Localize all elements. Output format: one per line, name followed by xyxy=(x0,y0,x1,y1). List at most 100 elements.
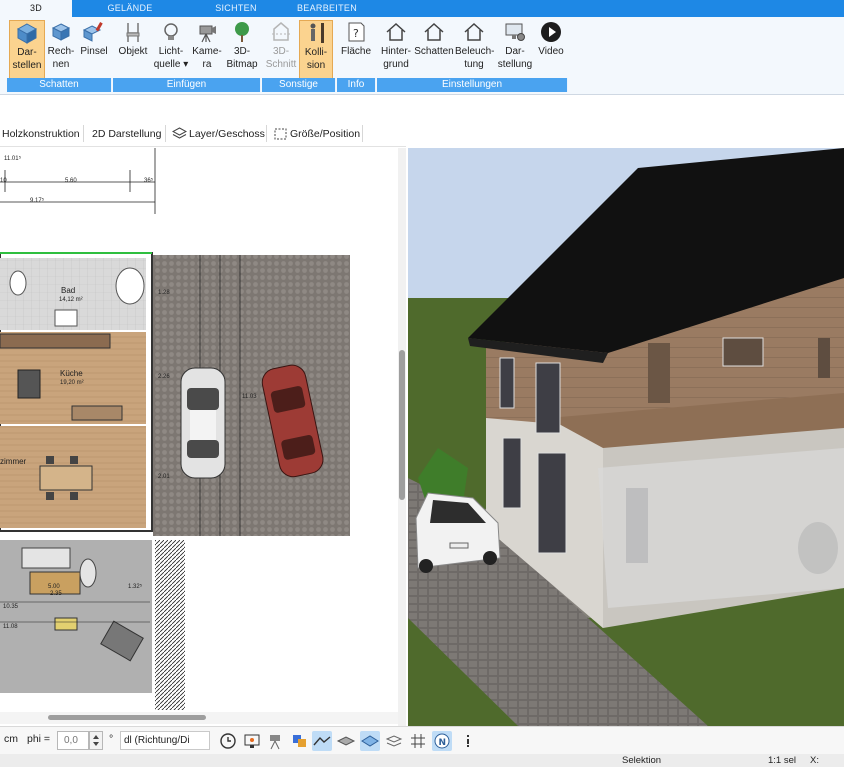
beleuchtung-button[interactable]: Beleuch- tung xyxy=(455,20,495,80)
groesse-position-label: Größe/Position xyxy=(290,128,361,140)
color-layers-icon[interactable] xyxy=(290,731,310,751)
plan-horizontal-scroll-thumb[interactable] xyxy=(48,715,206,720)
status-mode: Selektion xyxy=(622,755,662,766)
kamera-button[interactable]: Kame- ra xyxy=(191,20,223,80)
kamera-label-1: Kame- xyxy=(192,46,222,57)
monitor-settings-icon xyxy=(505,23,525,41)
toolbar-divider xyxy=(362,125,363,142)
section-cut-icon xyxy=(272,22,290,41)
direction-select[interactable]: dl (Richtung/Di xyxy=(120,731,210,750)
plan-horizontal-scrollbar[interactable] xyxy=(0,712,398,724)
dim-label-2: 5.60 xyxy=(65,178,77,184)
plan-vertical-scrollbar[interactable] xyxy=(398,148,406,726)
light-bulb-icon xyxy=(164,23,178,40)
collision-person-icon xyxy=(310,23,324,43)
ribbon: Dar- stellen Rech- nen Pinsel Objekt Lic… xyxy=(0,17,844,95)
house-background-icon xyxy=(386,22,406,41)
dim-label-3: 36⁵ xyxy=(144,177,154,184)
ribbon-tab-bar: 3D GELÄNDE SICHTEN BEARBEITEN xyxy=(0,0,844,17)
tab-gelaende[interactable]: GELÄNDE xyxy=(104,0,156,17)
darstellung-label-2: stellung xyxy=(497,59,533,70)
lichtquelle-label-2: quelle ▾ xyxy=(153,59,189,70)
darstellen-label-1: Dar- xyxy=(17,47,37,58)
dim-label-2-01: 2.01 xyxy=(158,474,170,480)
pinsel-label: Pinsel xyxy=(80,46,108,57)
kollision-button[interactable]: Kolli- sion xyxy=(299,20,333,80)
darstellung-label-1: Dar- xyxy=(505,46,525,57)
beleuchtung-label-1: Beleuch- xyxy=(455,46,495,57)
clock-icon[interactable] xyxy=(218,731,238,751)
more-options-icon[interactable] xyxy=(458,731,478,751)
phi-input[interactable]: 0,0 xyxy=(57,731,89,750)
svg-text:N: N xyxy=(439,738,447,748)
flaeche-button[interactable]: ? Fläche xyxy=(339,20,373,80)
3d-bitmap-button[interactable]: 3D- Bitmap xyxy=(225,20,259,80)
terrain-line-icon[interactable] xyxy=(312,731,332,751)
terrace-dim-label-2: 2.35 xyxy=(50,591,62,597)
video-label: Video xyxy=(538,46,564,57)
room-bad-name: Bad xyxy=(61,286,75,295)
dim-label-1-32: 1.32⁵ xyxy=(128,583,143,590)
groesse-position-button[interactable]: Größe/Position xyxy=(273,124,360,144)
toolbar-divider xyxy=(266,125,267,142)
objekt-label: Objekt xyxy=(118,46,148,57)
schatten-button[interactable]: Schatten xyxy=(414,20,454,80)
hintergrund-label-1: Hinter- xyxy=(380,46,411,57)
rechnen-button[interactable]: Rech- nen xyxy=(45,20,77,80)
3d-schnitt-button[interactable]: 3D- Schnitt xyxy=(265,20,297,80)
phi-label: phi = xyxy=(27,733,51,745)
objekt-button[interactable]: Objekt xyxy=(117,20,149,80)
darstellen-button[interactable]: Dar- stellen xyxy=(9,20,45,80)
group-schatten: Schatten xyxy=(7,78,112,92)
dim-label-11-08: 11.08 xyxy=(3,624,18,630)
house-shadow-icon xyxy=(424,22,444,41)
tab-sichten[interactable]: SICHTEN xyxy=(208,0,264,17)
room-kueche-area: 19,20 m² xyxy=(60,380,84,386)
3d-bitmap-label-1: 3D- xyxy=(233,46,251,57)
paint-brush-icon xyxy=(82,22,103,42)
rechnen-label-2: nen xyxy=(52,59,70,70)
cube-compute-icon xyxy=(51,23,71,41)
view-toolbar: Holzkonstruktion 2D Darstellung Layer/Ge… xyxy=(0,120,406,147)
layer-geschoss-label: Layer/Geschoss xyxy=(189,128,265,140)
monitor-icon[interactable] xyxy=(242,731,262,751)
tree-icon xyxy=(235,22,249,42)
dim-label-2-26: 2.26 xyxy=(158,374,170,380)
flaeche-label: Fläche xyxy=(340,46,371,57)
video-button[interactable]: Video xyxy=(536,20,566,80)
floor-plan-2d[interactable]: 11.01⁵ 5.60 36⁵ 9.17⁵ 10 Bad 14,12 m² Kü… xyxy=(0,148,398,711)
status-bar: Selektion 1:1 sel X: xyxy=(0,754,844,767)
2d-darstellung-button[interactable]: 2D Darstellung xyxy=(92,124,161,144)
lichtquelle-button[interactable]: Licht- quelle ▾ xyxy=(153,20,189,80)
hedge xyxy=(155,540,185,710)
area-info-icon: ? xyxy=(348,22,365,42)
kollision-label-1: Kolli- xyxy=(304,47,328,58)
grid-icon[interactable] xyxy=(408,731,428,751)
phi-spinner[interactable] xyxy=(89,731,103,750)
tab-bearbeiten[interactable]: BEARBEITEN xyxy=(294,0,360,17)
dim-label-1: 11.01⁵ xyxy=(4,155,22,162)
holzkonstruktion-button[interactable]: Holzkonstruktion xyxy=(2,124,80,144)
status-scale: 1:1 sel xyxy=(768,755,796,766)
group-info: Info xyxy=(337,78,376,92)
layer-geschoss-button[interactable]: Layer/Geschoss xyxy=(172,124,265,144)
north-icon[interactable]: N xyxy=(432,731,452,751)
plane-icon[interactable] xyxy=(360,731,380,751)
group-sonstige: Sonstige xyxy=(262,78,336,92)
texture-icon[interactable] xyxy=(336,731,356,751)
hintergrund-button[interactable]: Hinter- grund xyxy=(379,20,413,80)
camera-icon xyxy=(199,25,216,43)
layer-stack-icon[interactable] xyxy=(384,731,404,751)
group-einfuegen: Einfügen xyxy=(113,78,261,92)
darstellung-button[interactable]: Dar- stellung xyxy=(496,20,534,80)
3d-view[interactable] xyxy=(408,148,844,726)
tab-3d[interactable]: 3D xyxy=(0,0,72,17)
app-window: 3D GELÄNDE SICHTEN BEARBEITEN Dar- stell… xyxy=(0,0,844,767)
pinsel-button[interactable]: Pinsel xyxy=(79,20,109,80)
plan-vertical-scroll-thumb[interactable] xyxy=(399,350,405,500)
toolbar-divider xyxy=(165,125,166,142)
svg-text:?: ? xyxy=(353,27,359,40)
kamera-label-2: ra xyxy=(202,59,212,70)
car-white[interactable] xyxy=(180,367,226,479)
camera-tripod-icon[interactable] xyxy=(266,731,286,751)
